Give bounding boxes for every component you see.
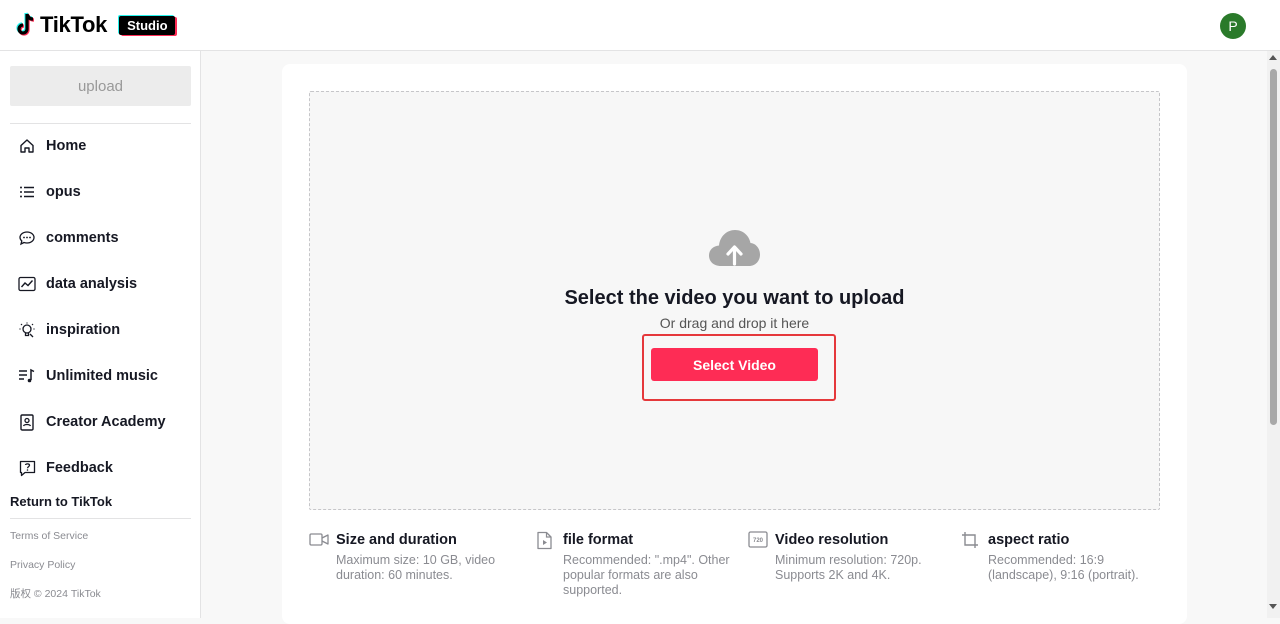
info-description: Recommended: ".mp4". Other popular forma… xyxy=(563,553,730,597)
video-camera-icon xyxy=(309,531,329,553)
sidebar-item-label: Unlimited music xyxy=(46,368,158,384)
info-title: file format xyxy=(563,532,634,548)
sidebar-divider xyxy=(10,123,191,124)
studio-badge: Studio xyxy=(119,15,175,35)
info-description: Recommended: 16:9 (landscape), 9:16 (por… xyxy=(988,553,1139,582)
info-title: Size and duration xyxy=(336,532,457,548)
cloud-upload-icon xyxy=(708,228,761,273)
sidebar-item-label: comments xyxy=(46,230,119,246)
sidebar-item-home[interactable]: Home xyxy=(10,128,191,164)
return-to-tiktok-link[interactable]: Return to TikTok xyxy=(10,494,112,509)
sidebar-item-inspiration[interactable]: inspiration xyxy=(10,312,191,348)
svg-text:720: 720 xyxy=(753,538,764,544)
tiktok-studio-logo[interactable]: TikTok Studio xyxy=(16,12,175,38)
select-video-button[interactable]: Select Video xyxy=(651,348,818,381)
sidebar-divider xyxy=(10,518,191,519)
sidebar-item-label: opus xyxy=(46,184,81,200)
sidebar-item-label: inspiration xyxy=(46,322,121,338)
academy-icon xyxy=(10,413,44,431)
avatar[interactable]: P xyxy=(1220,13,1246,39)
page-scrollbar[interactable] xyxy=(1267,51,1280,618)
logo-text: TikTok xyxy=(40,12,108,37)
scroll-up-arrow-icon[interactable] xyxy=(1269,55,1277,60)
sidebar-item-data-analysis[interactable]: data analysis xyxy=(10,266,191,302)
lightbulb-icon xyxy=(10,321,44,339)
home-icon xyxy=(10,138,44,154)
info-description: Minimum resolution: 720p. Supports 2K an… xyxy=(775,553,922,582)
feedback-icon xyxy=(10,460,44,477)
sidebar-item-label: Home xyxy=(46,138,87,154)
sidebar-item-unlimited-music[interactable]: Unlimited music xyxy=(10,358,191,394)
music-icon xyxy=(10,368,44,384)
sidebar-item-label: Feedback xyxy=(46,460,113,476)
tiktok-logo-icon xyxy=(16,12,38,38)
file-play-icon xyxy=(536,531,553,555)
comment-icon xyxy=(10,230,44,246)
terms-of-service-link[interactable]: Terms of Service xyxy=(10,530,88,542)
upload-subtitle: Or drag and drop it here xyxy=(659,315,810,331)
scrollbar-thumb[interactable] xyxy=(1270,69,1277,425)
sidebar-item-opus[interactable]: opus xyxy=(10,174,191,210)
sidebar-item-creator-academy[interactable]: Creator Academy xyxy=(10,404,191,440)
analytics-icon xyxy=(10,276,44,292)
copyright-text: 版权 © 2024 TikTok xyxy=(10,588,101,600)
info-title: aspect ratio xyxy=(988,532,1070,548)
scroll-down-arrow-icon[interactable] xyxy=(1269,604,1277,609)
sidebar-item-comments[interactable]: comments xyxy=(10,220,191,256)
resolution-720-icon: 720 xyxy=(748,531,768,553)
sidebar-item-label: data analysis xyxy=(46,276,138,292)
top-bar: TikTok Studio P xyxy=(0,0,1280,51)
privacy-policy-link[interactable]: Privacy Policy xyxy=(10,559,75,571)
upload-title: Select the video you want to upload xyxy=(564,287,905,309)
list-icon xyxy=(10,184,44,200)
crop-icon xyxy=(961,531,979,554)
sidebar-item-label: Creator Academy xyxy=(46,414,166,430)
sidebar: upload Home opus comments data analysis … xyxy=(0,51,201,618)
sidebar-item-feedback[interactable]: Feedback xyxy=(10,450,191,486)
info-title: Video resolution xyxy=(775,532,889,548)
upload-button[interactable]: upload xyxy=(10,66,191,106)
info-description: Maximum size: 10 GB, video duration: 60 … xyxy=(336,553,496,582)
